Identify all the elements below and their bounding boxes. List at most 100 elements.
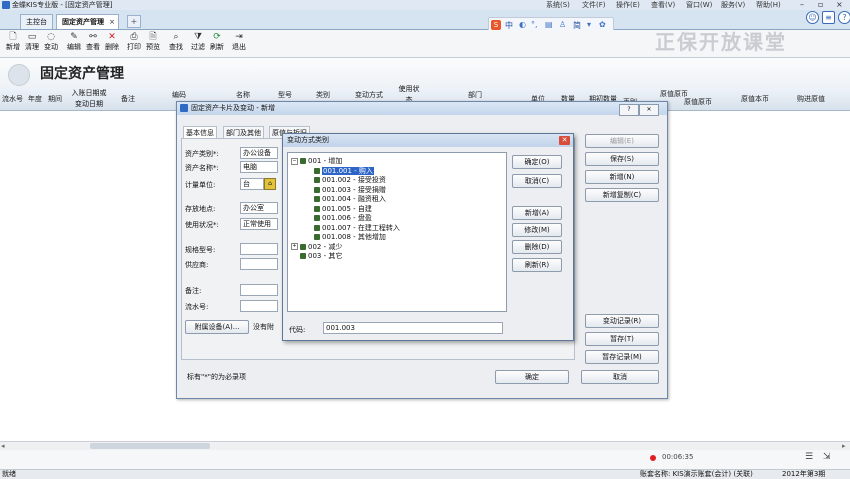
- close-button[interactable]: ×: [836, 0, 843, 10]
- tree-node[interactable]: 001.003 - 接受捐赠: [314, 186, 386, 196]
- tree-node-selected[interactable]: 001.001 - 购入: [314, 166, 374, 177]
- col-entry-date[interactable]: 入账日期或 变动日期: [67, 88, 111, 110]
- find-button[interactable]: ⌕ 查找: [167, 32, 185, 52]
- clear-button[interactable]: ▭ 清理: [23, 32, 41, 52]
- dialog-close-button[interactable]: ✕: [639, 104, 659, 116]
- edit-button[interactable]: ✎ 编辑: [65, 32, 83, 52]
- minimize-button[interactable]: –: [800, 0, 804, 10]
- refresh-button[interactable]: ⟳ 刷新: [208, 32, 226, 52]
- filter-button[interactable]: ⧩ 过滤: [189, 32, 207, 52]
- add-card-button[interactable]: 新增(N): [585, 170, 659, 184]
- unit-field[interactable]: 台: [240, 178, 264, 190]
- change-method-tree[interactable]: −001 - 增加 001.001 - 购入 001.002 - 接受投资 00…: [287, 152, 507, 312]
- refresh-icon: ⟳: [213, 32, 221, 42]
- no-attach-text: 没有附: [253, 323, 274, 331]
- temp-records-button[interactable]: 暂存记录(M): [585, 350, 659, 364]
- serial-field[interactable]: [240, 300, 278, 312]
- col-serial[interactable]: 流水号: [2, 88, 23, 110]
- smiley-icon[interactable]: ☺: [806, 11, 819, 24]
- menu-view[interactable]: 查看(V): [651, 0, 675, 10]
- scroll-right-icon[interactable]: ▸: [842, 442, 846, 450]
- view-button[interactable]: ⚯ 查看: [84, 32, 102, 52]
- tree-node[interactable]: −001 - 增加: [291, 157, 342, 167]
- change-records-button[interactable]: 变动记录(R): [585, 314, 659, 328]
- memo-field[interactable]: [240, 284, 278, 296]
- change-modify-button[interactable]: 修改(M): [512, 223, 562, 237]
- module-header: [0, 58, 850, 88]
- code-label: 代码:: [289, 326, 306, 334]
- tab-close-icon[interactable]: ×: [109, 15, 115, 29]
- menu-window[interactable]: 窗口(W): [686, 0, 712, 10]
- ok-button[interactable]: 确定: [495, 370, 569, 384]
- print-icon: ⎙: [130, 32, 138, 42]
- expand-icon[interactable]: +: [291, 243, 298, 250]
- location-field[interactable]: 办公室: [240, 202, 278, 214]
- unit-lookup-icon[interactable]: ⌂: [264, 178, 276, 190]
- collapse-icon[interactable]: −: [291, 157, 298, 165]
- model-field[interactable]: [240, 243, 278, 255]
- asset-name-field[interactable]: 电脑: [240, 161, 278, 173]
- tree-node[interactable]: 001.007 - 在建工程转入: [314, 224, 400, 234]
- tree-node[interactable]: 003 - 其它: [300, 252, 342, 262]
- preview-button[interactable]: 🗎 预览: [144, 32, 162, 52]
- col-year[interactable]: 年度: [28, 88, 42, 110]
- required-note: 标有"*"的为必录项: [187, 373, 246, 381]
- menu-help[interactable]: 帮助(H): [756, 0, 781, 10]
- change-button[interactable]: ◌ 变动: [42, 32, 60, 52]
- dialog-caption: 固定资产卡片及变动 - 新增: [177, 102, 667, 115]
- print-button[interactable]: ⎙ 打印: [125, 32, 143, 52]
- tab-fixed-assets[interactable]: 固定资产管理 ×: [56, 14, 119, 29]
- menu-system[interactable]: 系统(S): [546, 0, 570, 10]
- delete-button[interactable]: ✕ 删除: [103, 32, 121, 52]
- temp-save-button[interactable]: 暂存(T): [585, 332, 659, 346]
- tree-node[interactable]: 001.004 - 融资租入: [314, 195, 386, 205]
- change-dialog-caption: 变动方式类别: [283, 134, 573, 147]
- dialog-help-button[interactable]: ?: [619, 104, 639, 116]
- binoculars-icon: ⚯: [89, 32, 97, 42]
- menu-operate[interactable]: 操作(E): [616, 0, 640, 10]
- new-tab-icon[interactable]: +: [127, 15, 141, 28]
- message-icon[interactable]: ≡: [822, 11, 835, 24]
- scroll-left-icon[interactable]: ◂: [1, 442, 5, 450]
- tab-console[interactable]: 主控台: [20, 14, 53, 29]
- menu-file[interactable]: 文件(F): [582, 0, 606, 10]
- change-refresh-button[interactable]: 刷新(R): [512, 258, 562, 272]
- tree-node[interactable]: 001.002 - 接受投资: [314, 176, 386, 186]
- scroll-thumb[interactable]: [90, 443, 210, 449]
- bottom-bar: [0, 450, 850, 469]
- add-copy-button[interactable]: 新增复制(C): [585, 188, 659, 202]
- exit-fullscreen-icon[interactable]: ⇲: [823, 452, 831, 462]
- change-ok-button[interactable]: 确定(O): [512, 155, 562, 169]
- attach-equipment-button[interactable]: 附属设备(A)...: [185, 320, 249, 334]
- cancel-button[interactable]: 取消: [581, 370, 659, 384]
- supplier-field[interactable]: [240, 258, 278, 270]
- node-icon: [314, 167, 320, 174]
- change-dialog-close-button[interactable]: ✕: [559, 136, 570, 145]
- col-purchase-value[interactable]: 购进原值: [797, 88, 825, 110]
- list-icon[interactable]: ☰: [805, 452, 813, 462]
- maximize-button[interactable]: ▫: [818, 0, 823, 10]
- clear-icon: ▭: [27, 32, 37, 42]
- status-field[interactable]: 正常使用: [240, 218, 278, 230]
- tree-node[interactable]: 001.006 - 盘盈: [314, 214, 372, 224]
- edit-card-button[interactable]: 编辑(E): [585, 134, 659, 148]
- help-icon[interactable]: ?: [838, 11, 850, 24]
- change-delete-button[interactable]: 删除(D): [512, 240, 562, 254]
- tree-node[interactable]: 001.005 - 自建: [314, 205, 372, 215]
- change-cancel-button[interactable]: 取消(C): [512, 174, 562, 188]
- tree-node[interactable]: 001.008 - 其他增加: [314, 233, 386, 243]
- code-field[interactable]: 001.003: [323, 322, 503, 334]
- new-button[interactable]: 🗋 新增: [4, 32, 22, 52]
- category-field[interactable]: 办公设备: [240, 147, 278, 159]
- menu-service[interactable]: 服务(V): [721, 0, 745, 10]
- model-label: 规格型号:: [185, 246, 216, 254]
- col-orig-currency[interactable]: 原值原币: [684, 96, 712, 108]
- col-period[interactable]: 期间: [48, 88, 62, 110]
- tab-fixed-assets-label: 固定资产管理: [62, 18, 104, 26]
- tree-node[interactable]: +002 - 减少: [291, 243, 342, 253]
- col-local-value[interactable]: 原值本币: [741, 88, 769, 110]
- exit-button[interactable]: ⇥ 退出: [230, 32, 248, 52]
- change-add-button[interactable]: 新增(A): [512, 206, 562, 220]
- save-button[interactable]: 保存(S): [585, 152, 659, 166]
- col-memo[interactable]: 备注: [121, 88, 135, 110]
